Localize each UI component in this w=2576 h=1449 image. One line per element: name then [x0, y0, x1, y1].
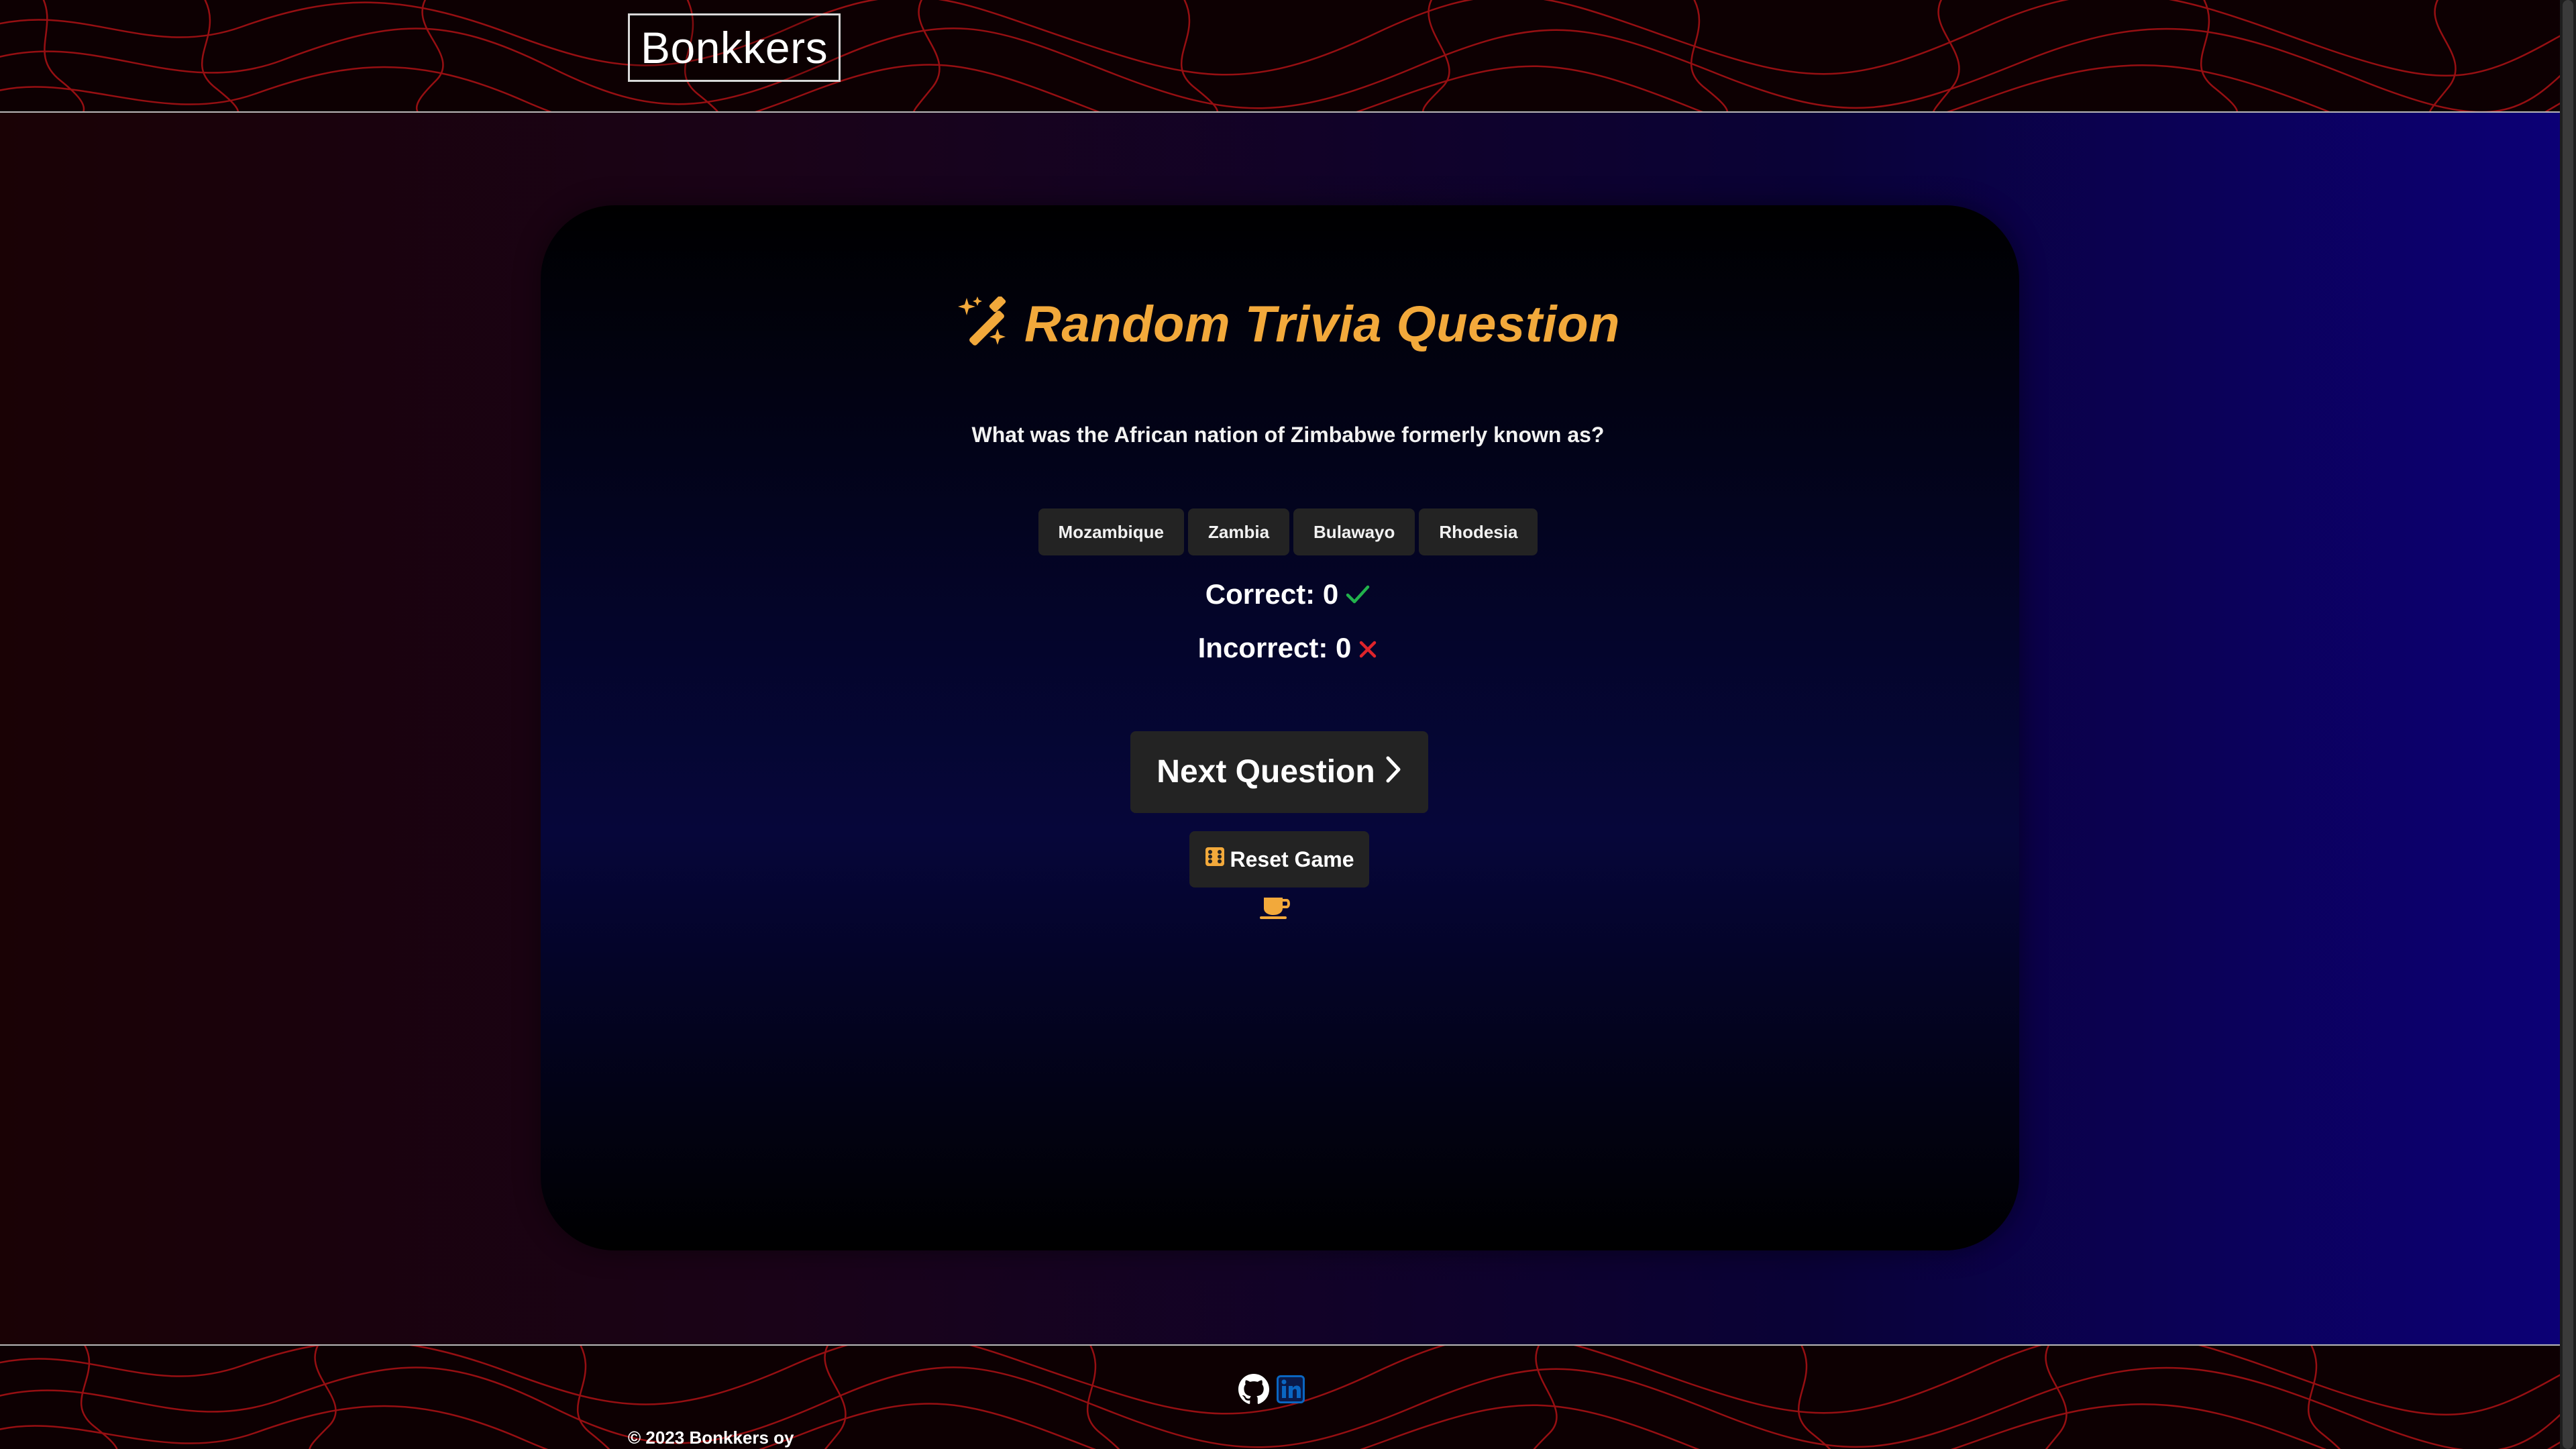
brand-logo[interactable]: Bonkkers: [628, 13, 841, 82]
answer-button-mozambique[interactable]: Mozambique: [1038, 508, 1184, 555]
page: Bonkkers Random Trivia Question What was…: [0, 0, 2576, 1449]
header: Bonkkers: [0, 0, 2560, 113]
correct-score-label: Correct: 0: [1205, 578, 1339, 610]
reset-game-button[interactable]: Reset Game: [1189, 831, 1369, 888]
dice-icon: [1205, 831, 1225, 888]
answer-button-bulawayo[interactable]: Bulawayo: [1293, 508, 1415, 555]
next-question-button[interactable]: Next Question: [1130, 731, 1428, 813]
cross-icon: [1358, 634, 1378, 666]
checkmark-icon: [1345, 580, 1371, 612]
social-links: [1238, 1374, 1312, 1405]
incorrect-score-label: Incorrect: 0: [1197, 632, 1352, 663]
vertical-scrollbar[interactable]: [2560, 0, 2576, 1449]
copyright-text: © 2023 Bonkkers oy: [628, 1428, 794, 1448]
topographic-pattern: [0, 0, 2560, 111]
answer-options: Mozambique Zambia Bulawayo Rhodesia: [0, 508, 2576, 555]
next-question-label: Next Question: [1157, 754, 1375, 790]
page-title: Random Trivia Question: [1024, 296, 1620, 353]
incorrect-score: Incorrect: 0: [0, 632, 2576, 666]
magic-wand-icon: [956, 295, 1012, 353]
chevron-right-icon: [1385, 733, 1402, 814]
answer-button-rhodesia[interactable]: Rhodesia: [1419, 508, 1538, 555]
scrollbar-thumb[interactable]: [2563, 0, 2573, 1449]
linkedin-icon[interactable]: [1276, 1375, 1305, 1407]
correct-score: Correct: 0: [0, 578, 2576, 612]
coffee-cup-icon[interactable]: [1258, 894, 1292, 920]
answer-button-zambia[interactable]: Zambia: [1188, 508, 1290, 555]
title-row: Random Trivia Question: [0, 295, 2576, 362]
reset-game-label: Reset Game: [1230, 847, 1354, 871]
question-text: What was the African nation of Zimbabwe …: [971, 423, 1605, 447]
github-icon[interactable]: [1238, 1374, 1269, 1408]
